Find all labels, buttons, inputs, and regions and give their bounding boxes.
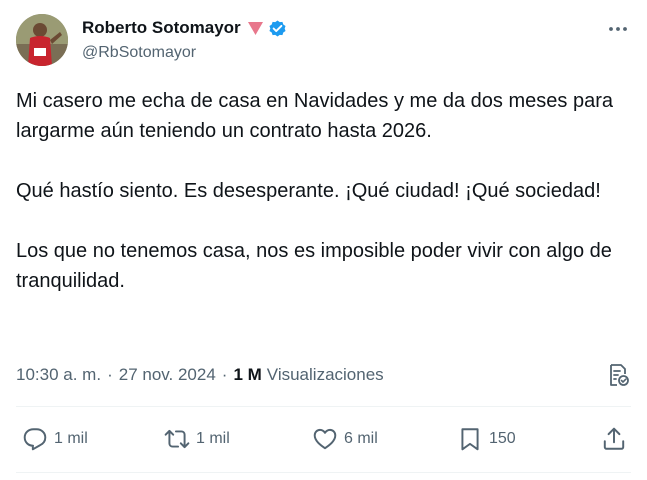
share-icon: [603, 427, 625, 450]
tweet-paragraph: Los que no tenemos casa, nos es imposibl…: [16, 240, 612, 292]
bookmark-button[interactable]: 150: [457, 426, 516, 452]
tweet-paragraph: Mi casero me echa de casa en Navidades y…: [16, 90, 613, 142]
author-handle[interactable]: @RbSotomayor: [82, 44, 287, 62]
tweet-header: Roberto Sotomayor @RbSotomayor: [16, 12, 631, 72]
divider: [16, 472, 631, 473]
verified-badge-icon: [269, 20, 286, 36]
reply-button[interactable]: 1 mil: [22, 426, 88, 452]
reply-count: 1 mil: [54, 430, 88, 447]
retweet-icon: [164, 429, 190, 449]
tweet-meta: 10:30 a. m. · 27 nov. 2024 · 1 M Visuali…: [16, 362, 631, 388]
reply-icon: [23, 428, 47, 451]
views-label: Visualizaciones: [266, 365, 384, 384]
runner-photo-avatar-icon: [16, 14, 68, 66]
bookmark-icon: [461, 428, 479, 451]
divider: [16, 406, 631, 407]
meta-separator: ·: [107, 365, 113, 384]
action-bar: 1 mil 1 mil 6 mil 150: [16, 420, 631, 462]
meta-separator: ·: [221, 365, 228, 384]
more-dots-icon: [609, 27, 627, 31]
author-info: Roberto Sotomayor @RbSotomayor: [82, 16, 287, 62]
avatar[interactable]: [16, 14, 68, 66]
pink-triangle-flag-icon: [247, 21, 263, 35]
tweet-text: Mi casero me echa de casa en Navidades y…: [16, 86, 631, 296]
like-count: 6 mil: [344, 430, 378, 447]
tweet-paragraph: Qué hastío siento. Es desesperante. ¡Qué…: [16, 180, 601, 202]
views-count: 1 M: [233, 365, 262, 384]
heart-icon: [313, 428, 337, 450]
author-name[interactable]: Roberto Sotomayor: [82, 18, 241, 38]
tweet-date[interactable]: 27 nov. 2024: [119, 365, 216, 385]
bookmark-count: 150: [489, 430, 516, 447]
retweet-count: 1 mil: [196, 430, 230, 447]
post-analytics-icon[interactable]: [605, 362, 631, 388]
tweet-time[interactable]: 10:30 a. m.: [16, 365, 101, 385]
share-button[interactable]: [601, 426, 627, 452]
retweet-button[interactable]: 1 mil: [164, 426, 230, 452]
like-button[interactable]: 6 mil: [312, 426, 378, 452]
more-options-button[interactable]: [605, 16, 631, 42]
